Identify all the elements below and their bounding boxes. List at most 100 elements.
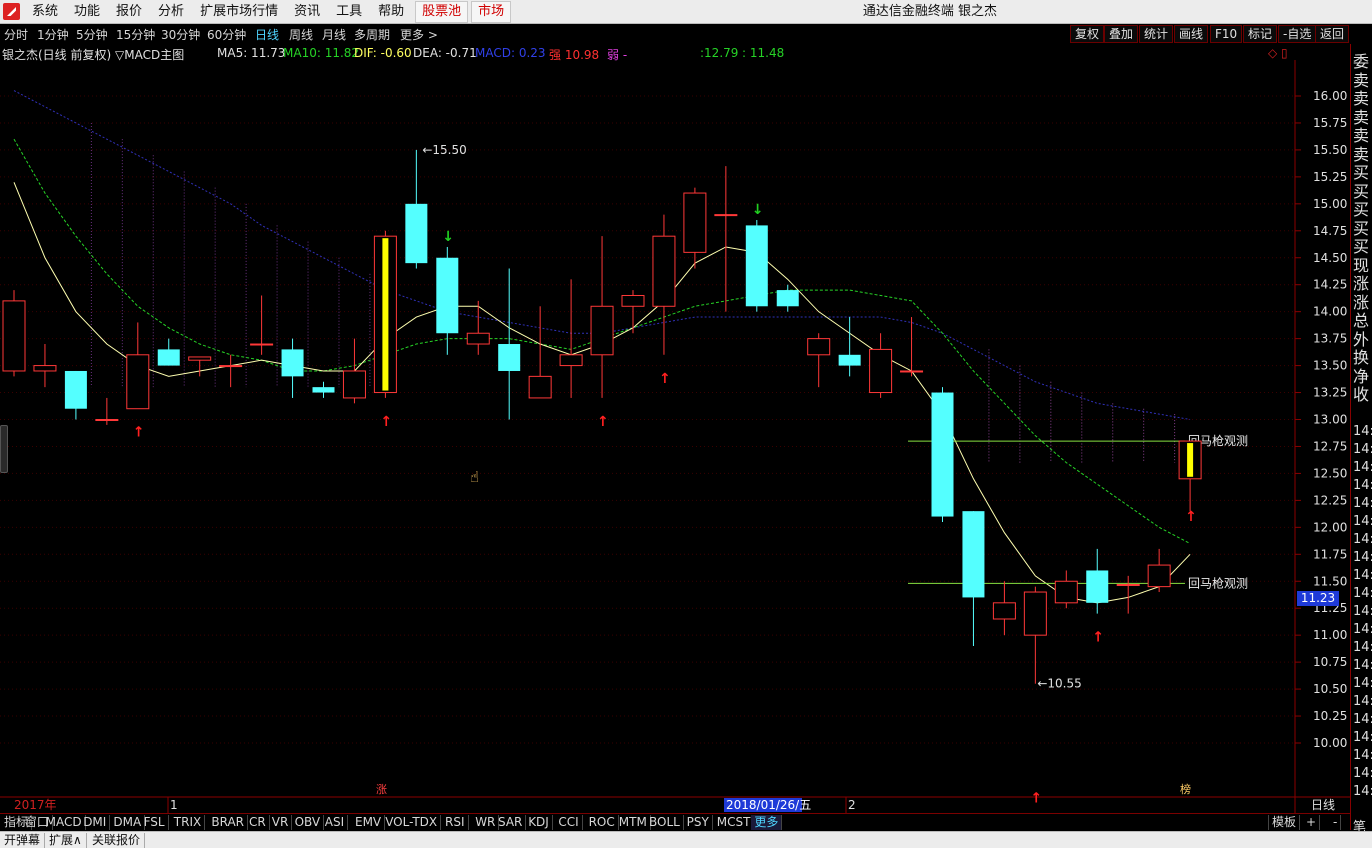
y-tick-label: 14.25 (1313, 278, 1347, 292)
indicator-tab-19[interactable]: ROC (586, 815, 619, 830)
toolbar-button-3[interactable]: 画线 (1174, 25, 1209, 43)
indicator-tab-10[interactable]: OBV (292, 815, 325, 830)
period-tab-4[interactable]: 30分钟 (161, 26, 200, 43)
toolbar-button-7[interactable]: 返回 (1315, 25, 1350, 43)
menu-item-1[interactable]: 功能 (66, 0, 108, 24)
candle[interactable] (652, 214, 676, 355)
add-tab-button[interactable]: + (1303, 815, 1321, 830)
toolbar-button-4[interactable]: F10 (1210, 25, 1243, 43)
indicator-tab-12[interactable]: EMV (352, 815, 386, 830)
menu-item-4[interactable]: 扩展市场行情 (192, 0, 286, 24)
tick-time-15: 14: (1353, 694, 1372, 709)
candle[interactable] (466, 300, 490, 355)
related-quotes[interactable]: 关联报价 (88, 833, 146, 848)
remove-tab-button[interactable]: - (1330, 815, 1342, 830)
chart-settings-icon[interactable]: ◇ ▯ (1268, 46, 1288, 60)
indicator-tab-8[interactable]: CR (246, 815, 270, 830)
period-tab-6[interactable]: 日线 (255, 26, 279, 43)
candle[interactable] (869, 333, 893, 398)
indicator-tab-2[interactable]: MACD (43, 815, 86, 830)
period-tab-1[interactable]: 1分钟 (37, 26, 69, 43)
toolbar-button-0[interactable]: 复权 (1070, 25, 1105, 43)
candle[interactable] (992, 581, 1016, 636)
toolbar-button-1[interactable]: 叠加 (1104, 25, 1139, 43)
candle[interactable] (1054, 570, 1078, 609)
indicator-tab-5[interactable]: FSL (141, 815, 169, 830)
candle[interactable] (1086, 548, 1109, 614)
period-tab-8[interactable]: 月线 (322, 26, 346, 43)
expand-toggle[interactable]: 扩展∧ (45, 833, 87, 848)
period-tab-2[interactable]: 5分钟 (76, 26, 108, 43)
candle[interactable] (931, 387, 954, 522)
candle[interactable] (714, 166, 738, 312)
buy-arrow-icon: ↑ (133, 425, 145, 441)
period-tab-9[interactable]: 多周期 (354, 26, 390, 43)
indicator-value-2: : 11.48 (742, 46, 785, 60)
candlestick-chart[interactable]: 16.00 15.75 15.50 15.25 15.00 14.75 14.50 14.25… (0, 60, 1350, 813)
candle[interactable] (498, 268, 521, 420)
candle[interactable] (1147, 548, 1171, 593)
candle[interactable] (1023, 586, 1047, 684)
indicator-tab-23[interactable]: MCST (714, 815, 755, 830)
candle[interactable] (807, 333, 831, 388)
candle[interactable] (528, 306, 552, 399)
tick-time-1: 14: (1353, 442, 1372, 457)
menu-item-5[interactable]: 资讯 (286, 0, 328, 24)
candle[interactable] (683, 187, 707, 269)
indicator-tab-3[interactable]: DMI (80, 815, 111, 830)
indicator-tab-16[interactable]: SAR (495, 815, 527, 830)
candle[interactable] (838, 317, 861, 377)
period-tab-7[interactable]: 周线 (289, 26, 313, 43)
candle[interactable] (281, 338, 304, 398)
toolbar-button-2[interactable]: 统计 (1139, 25, 1174, 43)
candle[interactable] (188, 356, 212, 377)
candle[interactable] (95, 397, 119, 425)
indicator-tab-14[interactable]: RSI (442, 815, 469, 830)
period-tab-3[interactable]: 15分钟 (116, 26, 155, 43)
menu-item-red-1[interactable]: 市场 (471, 1, 512, 23)
candle[interactable] (962, 511, 985, 646)
period-tab-10[interactable]: 更多 > (400, 26, 438, 43)
candle[interactable] (342, 338, 366, 404)
candle[interactable] (219, 354, 243, 388)
popup-toggle[interactable]: 开弹幕 (0, 833, 46, 848)
candle[interactable] (126, 322, 150, 410)
candle[interactable] (157, 338, 180, 366)
menu-item-2[interactable]: 报价 (108, 0, 150, 24)
indicator-tab-7[interactable]: BRAR (208, 815, 249, 830)
candle[interactable] (559, 279, 583, 398)
menu-item-6[interactable]: 工具 (328, 0, 370, 24)
indicator-tab-18[interactable]: CCI (555, 815, 583, 830)
candle[interactable] (405, 149, 428, 269)
candle[interactable] (590, 236, 614, 398)
indicator-tab-13[interactable]: VOL-TDX (382, 815, 442, 830)
candle[interactable] (745, 220, 768, 312)
candle[interactable] (64, 370, 87, 420)
indicator-tab-22[interactable]: PSY (684, 815, 713, 830)
candle[interactable] (33, 344, 57, 388)
indicator-tab-17[interactable]: KDJ (525, 815, 553, 830)
candle[interactable] (776, 284, 799, 312)
candle[interactable] (373, 230, 397, 398)
menu-item-3[interactable]: 分析 (150, 0, 192, 24)
candle[interactable] (312, 381, 335, 398)
indicator-tab-11[interactable]: ASI (322, 815, 349, 830)
period-tab-5[interactable]: 60分钟 (207, 26, 246, 43)
toolbar-button-5[interactable]: 标记 (1243, 25, 1278, 43)
title-bar: 系统 功能 报价 分析 扩展市场行情 资讯 工具 帮助 股票池 市场 通达信金融终端 银之杰 (0, 0, 1372, 24)
buy-arrow-icon: ↑ (597, 414, 609, 430)
panel-drag-handle[interactable] (0, 425, 8, 473)
indicator-tab-6[interactable]: TRIX (171, 815, 206, 830)
candle[interactable] (1178, 440, 1202, 512)
indicator-tab-24[interactable]: 更多 (751, 815, 783, 830)
menu-item-red-0[interactable]: 股票池 (415, 1, 469, 23)
candle[interactable] (250, 295, 274, 355)
menu-item-0[interactable]: 系统 (24, 0, 66, 24)
period-tab-0[interactable]: 分时 (4, 26, 28, 43)
indicator-tab-9[interactable]: VR (269, 815, 293, 830)
toolbar-button-6[interactable]: -自选 (1278, 25, 1317, 43)
menu-item-7[interactable]: 帮助 (370, 0, 412, 24)
template-button[interactable]: 模板 (1268, 815, 1301, 830)
indicator-tab-21[interactable]: BOLL (646, 815, 684, 830)
candle[interactable] (2, 290, 26, 377)
